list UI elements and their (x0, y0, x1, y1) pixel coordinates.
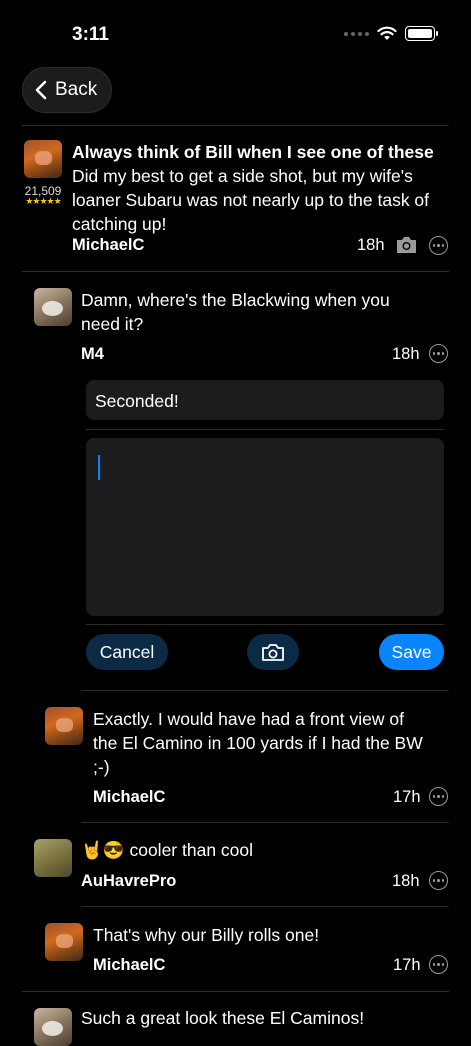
reply-body: That's why our Billy rolls one! (93, 925, 320, 945)
reply-body: Exactly. I would have had a front view o… (93, 709, 423, 777)
rating-stars: ★★★★★ (25, 196, 61, 206)
divider (22, 271, 449, 272)
quick-reply-chip[interactable]: Seconded! (86, 380, 444, 420)
cancel-button[interactable]: Cancel (86, 634, 168, 670)
post-author[interactable]: MichaelC (72, 236, 144, 255)
reply-author[interactable]: AuHavrePro (81, 872, 176, 891)
avatar[interactable] (34, 1008, 72, 1046)
avatar[interactable] (34, 288, 72, 326)
avatar[interactable] (45, 923, 83, 961)
reply-text: cooler than cool (129, 840, 254, 860)
divider (81, 906, 449, 907)
divider (81, 690, 449, 691)
reply-body: Such a great look these El Caminos! (81, 1008, 365, 1028)
reply-time: 18h (392, 872, 420, 890)
reply-author[interactable]: MichaelC (93, 956, 165, 975)
more-options-icon[interactable] (429, 871, 448, 890)
reply-time: 17h (393, 956, 421, 974)
more-options-icon[interactable] (429, 344, 448, 363)
reply-author[interactable]: M4 (81, 345, 104, 364)
camera-icon (262, 643, 284, 661)
reply-body: Damn, where's the Blackwing when you nee… (81, 290, 390, 334)
text-cursor (98, 455, 100, 480)
chevron-left-icon (35, 80, 47, 100)
quick-reply-text: Seconded! (95, 391, 179, 411)
divider (22, 991, 449, 992)
reply-time: 18h (392, 345, 420, 363)
divider (86, 429, 444, 430)
attach-photo-button[interactable] (247, 634, 299, 670)
status-icons (344, 26, 438, 41)
reply-body: 🤘😎 cooler than cool (81, 838, 441, 862)
camera-icon[interactable] (395, 236, 418, 254)
more-options-icon[interactable] (429, 787, 448, 806)
cellular-signal-icon (344, 31, 369, 36)
save-button[interactable]: Save (379, 634, 444, 670)
avatar[interactable] (34, 839, 72, 877)
divider (22, 125, 449, 126)
avatar[interactable] (24, 140, 62, 178)
divider (86, 624, 444, 625)
reply-time: 17h (393, 788, 421, 806)
status-time: 3:11 (72, 24, 109, 45)
wifi-icon (377, 26, 397, 40)
reply-author[interactable]: MichaelC (93, 788, 165, 807)
avatar[interactable] (45, 707, 83, 745)
back-button[interactable]: Back (22, 67, 112, 113)
emoji: 🤘😎 (81, 840, 125, 860)
reply-text-area[interactable] (86, 438, 444, 616)
back-label: Back (55, 79, 98, 100)
divider (81, 822, 449, 823)
more-options-icon[interactable] (429, 955, 448, 974)
post-body: Did my best to get a side shot, but my w… (72, 166, 430, 234)
post-time: 18h (357, 236, 385, 254)
post-title: Always think of Bill when I see one of t… (72, 142, 434, 162)
more-options-icon[interactable] (429, 236, 448, 255)
battery-icon (405, 26, 438, 41)
